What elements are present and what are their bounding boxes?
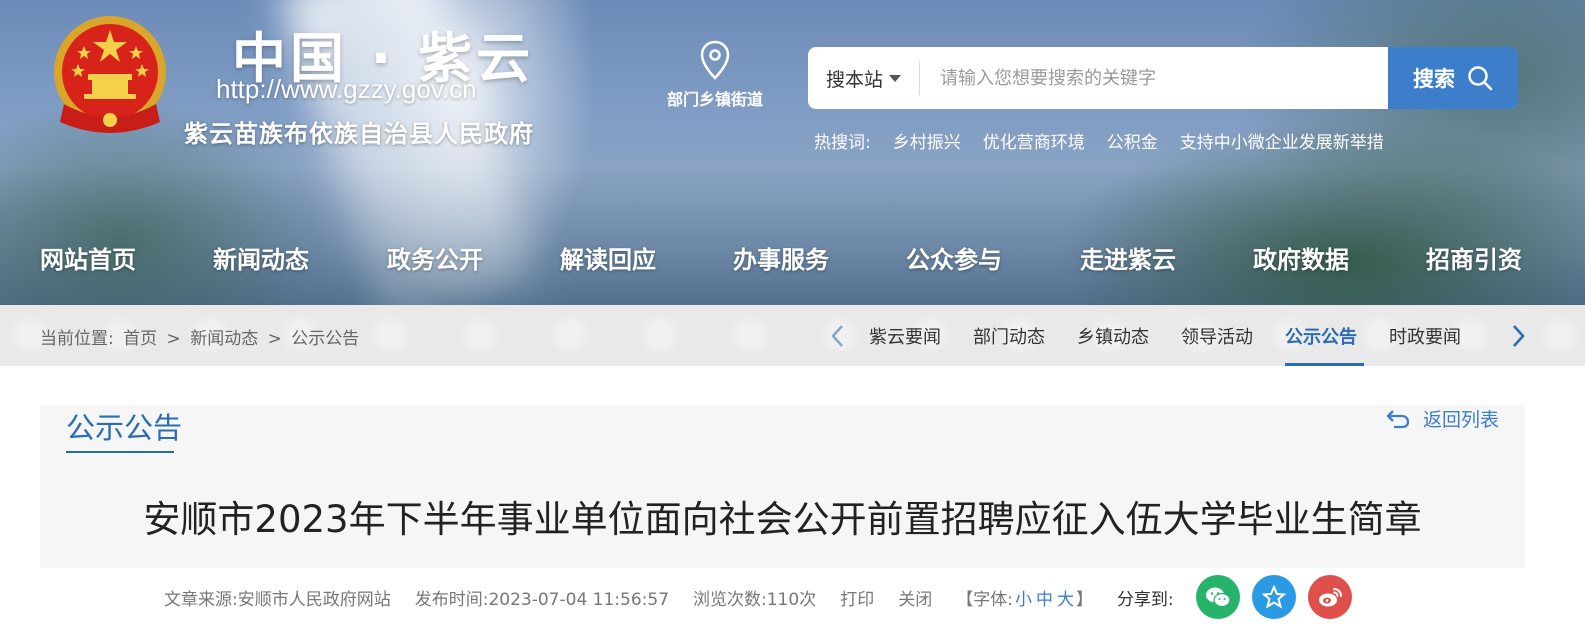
nav-item-gov-data[interactable]: 政府数据 — [1253, 240, 1349, 275]
article-source: 文章来源:安顺市人民政府网站 — [164, 589, 391, 610]
breadcrumb-home[interactable]: 首页 — [123, 329, 157, 349]
article-meta: 文章来源:安顺市人民政府网站 发布时间:2023-07-04 11:56:57 … — [164, 574, 1364, 620]
nav-item-services[interactable]: 办事服务 — [733, 240, 829, 275]
search-box: 搜本站 搜索 — [808, 47, 1518, 109]
main-nav: 网站首页 新闻动态 政务公开 解读回应 办事服务 公众参与 走进紫云 政府数据 … — [0, 240, 1585, 286]
font-size-medium[interactable]: 中 — [1036, 590, 1053, 610]
font-size-switcher: 【字体: 小中大】 — [956, 585, 1093, 610]
subnav-item-township[interactable]: 乡镇动态 — [1077, 323, 1149, 349]
share-wechat-button[interactable] — [1195, 575, 1240, 619]
breadcrumb-separator: > — [166, 329, 181, 349]
search-scope-dropdown[interactable]: 搜本站 — [808, 61, 920, 95]
search-scope-label: 搜本站 — [825, 68, 883, 91]
breadcrumb-separator: > — [267, 329, 282, 349]
weibo-icon — [1318, 588, 1342, 607]
share-weibo-button[interactable] — [1307, 575, 1352, 619]
breadcrumb: 当前位置: 首页 > 新闻动态 > 公示公告 — [40, 324, 363, 349]
hot-search-item[interactable]: 公积金 — [1107, 128, 1158, 153]
chevron-right-icon[interactable] — [1508, 323, 1528, 349]
subnav-item-department[interactable]: 部门动态 — [973, 323, 1045, 349]
breadcrumb-news[interactable]: 新闻动态 — [190, 329, 258, 349]
nav-item-gov-affairs[interactable]: 政务公开 — [387, 240, 483, 275]
return-arrow-icon — [1386, 409, 1410, 428]
subnav-item-leadership[interactable]: 领导活动 — [1181, 323, 1253, 349]
breadcrumb-bar: 当前位置: 首页 > 新闻动态 > 公示公告 紫云要闻 部门动态 乡镇动态 领导… — [0, 305, 1585, 366]
wechat-icon — [1205, 587, 1231, 608]
chevron-down-icon — [889, 74, 901, 82]
subnav-item-current-affairs[interactable]: 时政要闻 — [1389, 323, 1461, 349]
chevron-left-icon[interactable] — [828, 323, 848, 349]
font-size-prefix: 【字体: — [956, 589, 1013, 610]
close-button[interactable]: 关闭 — [898, 585, 932, 610]
hot-search-item[interactable]: 乡村振兴 — [893, 128, 961, 153]
location-label: 部门乡镇街道 — [666, 90, 763, 109]
search-input[interactable] — [920, 47, 1388, 109]
nav-item-about-ziyun[interactable]: 走进紫云 — [1080, 240, 1176, 275]
share-qzone-button[interactable] — [1251, 575, 1296, 619]
font-size-small[interactable]: 小 — [1015, 590, 1032, 610]
subnav-item-announcements[interactable]: 公示公告 — [1285, 323, 1357, 349]
section-title-underline — [66, 451, 174, 453]
search-button[interactable]: 搜索 — [1388, 47, 1518, 109]
qzone-star-icon — [1261, 585, 1286, 609]
department-town-link[interactable]: 部门乡镇街道 — [660, 40, 770, 110]
national-emblem-icon — [54, 16, 166, 133]
site-subtitle: 紫云苗族布依族自治县人民政府 — [184, 120, 534, 148]
article-views: 浏览次数:110次 — [693, 589, 817, 610]
font-size-suffix: 】 — [1075, 589, 1093, 610]
nav-item-home[interactable]: 网站首页 — [40, 240, 136, 275]
subnav-active-indicator — [1285, 363, 1364, 366]
article-publish-time: 发布时间:2023-07-04 11:56:57 — [414, 589, 670, 610]
breadcrumb-current[interactable]: 公示公告 — [291, 329, 359, 349]
article-title: 安顺市2023年下半年事业单位面向社会公开前置招聘应征入伍大学毕业生简章 — [143, 498, 1422, 541]
back-to-list-button[interactable]: 返回列表 — [1385, 405, 1499, 432]
back-to-list-label: 返回列表 — [1423, 409, 1500, 431]
breadcrumb-label: 当前位置: — [40, 329, 114, 349]
site-header: 中国 · 紫云 http://www.gzzy.gov.cn 紫云苗族布依族自治… — [0, 0, 1585, 305]
hot-search-item[interactable]: 支持中小微企业发展新举措 — [1180, 128, 1384, 153]
nav-item-investment[interactable]: 招商引资 — [1426, 240, 1522, 275]
subnav-item-ziyun-news[interactable]: 紫云要闻 — [869, 323, 941, 349]
hot-search-label: 热搜词: — [814, 133, 871, 153]
article-header: 公示公告 返回列表 安顺市2023年下半年事业单位面向社会公开前置招聘应征入伍大… — [40, 405, 1525, 568]
nav-item-participation[interactable]: 公众参与 — [906, 240, 1002, 275]
hot-search-item[interactable]: 优化营商环境 — [983, 128, 1085, 153]
font-size-large[interactable]: 大 — [1057, 590, 1074, 610]
map-pin-icon — [700, 40, 730, 80]
nav-item-news[interactable]: 新闻动态 — [213, 240, 309, 275]
share-label: 分享到: — [1116, 589, 1174, 610]
hot-search-list: 热搜词: 乡村振兴 优化营商环境 公积金 支持中小微企业发展新举措 — [814, 128, 1384, 153]
site-url: http://www.gzzy.gov.cn — [216, 74, 477, 104]
search-button-label: 搜索 — [1413, 67, 1455, 91]
search-icon — [1468, 66, 1493, 91]
section-title: 公示公告 — [66, 411, 183, 445]
print-button[interactable]: 打印 — [840, 585, 874, 610]
nav-item-interpretation[interactable]: 解读回应 — [560, 240, 656, 275]
